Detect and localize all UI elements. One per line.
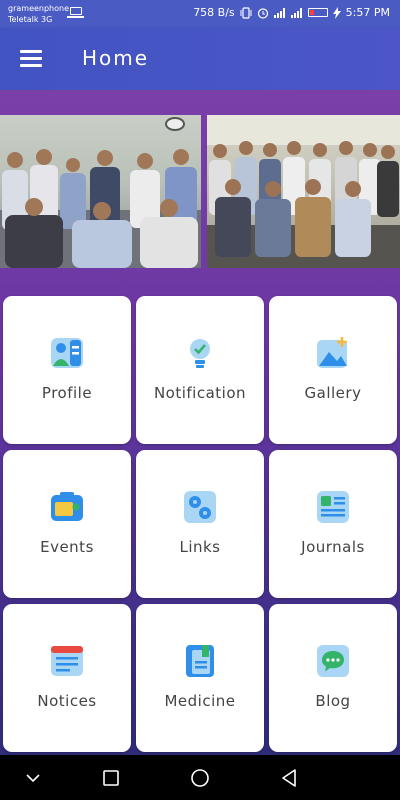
chevron-down-icon[interactable] [20, 765, 46, 791]
menu-label-medicine: Medicine [164, 692, 236, 710]
menu-tile-events[interactable]: Events [3, 450, 131, 598]
app-bar: Home [0, 28, 400, 90]
group-photo-1-figures [0, 149, 201, 268]
carrier-name-2: Teletalk 3G [8, 15, 53, 24]
recent-apps-icon[interactable] [98, 765, 124, 791]
menu-label-events: Events [40, 538, 94, 556]
gears-icon [184, 491, 216, 523]
notice-icon [51, 646, 83, 676]
lightbulb-icon [190, 339, 210, 368]
menu-label-notification: Notification [153, 384, 247, 402]
charging-icon [332, 6, 341, 19]
banner-carousel[interactable] [0, 115, 400, 268]
menu-tile-blog[interactable]: Blog [269, 604, 397, 752]
menu-label-links: Links [179, 538, 221, 556]
group-photo-2 [207, 115, 400, 268]
menu-tile-profile[interactable]: Profile [3, 296, 131, 444]
carrier-name-1: grameenphone [8, 4, 70, 13]
menu-tile-notification[interactable]: Notification [136, 296, 264, 444]
back-triangle-icon[interactable] [276, 765, 302, 791]
menu-label-gallery: Gallery [304, 384, 362, 402]
menu-tile-links[interactable]: Links [136, 450, 264, 598]
menu-label-profile: Profile [41, 384, 93, 402]
status-indicators: 758 B/s 5:57 PM [193, 6, 390, 19]
alarm-icon [257, 7, 268, 19]
signal-icon [273, 7, 286, 18]
menu-label-notices: Notices [37, 692, 97, 710]
signal-4g-icon [290, 7, 303, 18]
menu-label-blog: Blog [315, 692, 351, 710]
group-photo-2-figures [207, 115, 400, 268]
network-speed: 758 B/s [193, 6, 235, 19]
carrier-info: grameenphone Teletalk 3G [8, 3, 69, 25]
page-title: Home [82, 46, 150, 70]
menu-label-journals: Journals [301, 538, 365, 556]
menu-grid: Profile Notification Gallery Events Link… [3, 296, 397, 752]
gallery-icon [317, 337, 347, 368]
laptop-icon [67, 7, 84, 18]
menu-tile-journals[interactable]: Journals [269, 450, 397, 598]
profile-icon [51, 338, 83, 368]
home-circle-icon[interactable] [187, 765, 213, 791]
battery-icon [307, 8, 328, 17]
chat-icon [317, 645, 349, 677]
camera-icon [51, 492, 83, 521]
menu-tile-notices[interactable]: Notices [3, 604, 131, 752]
vibrate-icon [240, 6, 252, 19]
journal-icon [317, 491, 349, 523]
menu-tile-gallery[interactable]: Gallery [269, 296, 397, 444]
medicine-book-icon [186, 645, 214, 677]
menu-tile-medicine[interactable]: Medicine [136, 604, 264, 752]
clock-time: 5:57 PM [345, 6, 390, 19]
status-bar: grameenphone Teletalk 3G 758 B/s 5:57 PM [0, 0, 400, 28]
menu-icon[interactable] [20, 50, 42, 67]
system-nav-bar [0, 755, 400, 800]
group-photo-1 [0, 115, 201, 268]
